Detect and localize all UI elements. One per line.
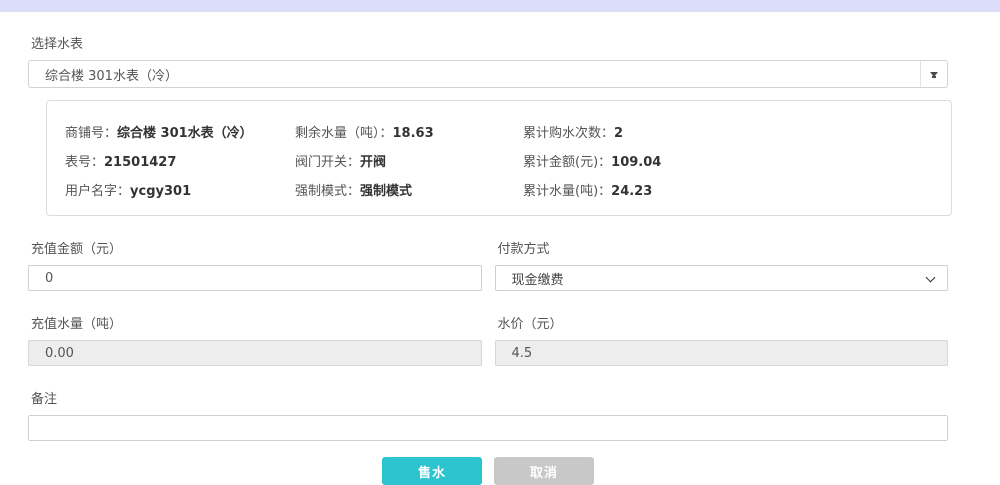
top-accent-bar (0, 0, 1000, 12)
remark-input[interactable] (28, 415, 948, 441)
info-total-water: 累计水量(吨)：24.23 (523, 170, 951, 199)
recharge-amount-label: 充值金额（元） (31, 238, 482, 257)
remark-label: 备注 (31, 388, 948, 407)
payment-method-value: 现金缴费 (496, 269, 948, 288)
payment-method-select[interactable]: 现金缴费 (495, 265, 949, 291)
info-meter-number: 表号：21501427 (65, 141, 295, 170)
recharge-volume-input (28, 340, 482, 366)
recharge-amount-input[interactable] (28, 265, 482, 291)
meter-info-panel: 商铺号：综合楼 301水表（冷） 剩余水量（吨）：18.63 累计购水次数：2 … (46, 100, 952, 216)
sell-water-button[interactable]: 售水 (382, 457, 482, 485)
caret-stem (932, 76, 936, 78)
info-remaining-water: 剩余水量（吨）：18.63 (295, 112, 523, 141)
meter-select[interactable]: 综合楼 301水表（冷） (28, 60, 948, 88)
cancel-button[interactable]: 取消 (494, 457, 594, 485)
meter-select-label: 选择水表 (31, 33, 948, 52)
recharge-volume-label: 充值水量（吨） (31, 313, 482, 332)
info-force-mode: 强制模式：强制模式 (295, 170, 523, 199)
water-price-input (495, 340, 949, 366)
sell-water-form: 选择水表 综合楼 301水表（冷） 商铺号：综合楼 301水表（冷） 剩余水量（… (28, 33, 948, 485)
info-total-amount: 累计金额(元)：109.04 (523, 141, 951, 170)
meter-select-value: 综合楼 301水表（冷） (29, 65, 920, 84)
meter-select-caret-button[interactable] (920, 61, 947, 87)
water-price-label: 水价（元） (498, 313, 949, 332)
info-shop-number: 商铺号：综合楼 301水表（冷） (65, 112, 295, 141)
info-user-name: 用户名字：ycgy301 (65, 170, 295, 199)
payment-method-label: 付款方式 (498, 238, 949, 257)
info-purchase-count: 累计购水次数：2 (523, 112, 951, 141)
info-valve-switch: 阀门开关：开阀 (295, 141, 523, 170)
